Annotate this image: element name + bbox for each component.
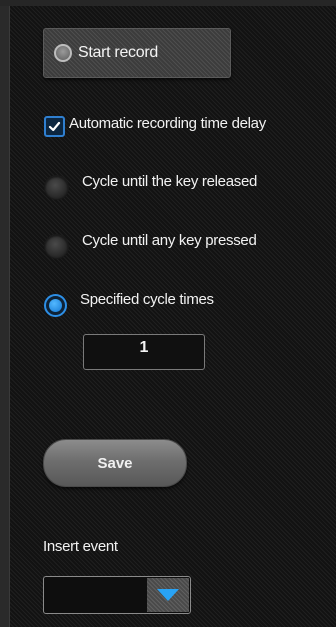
cycle-until-release-option[interactable]: Cycle until the key released: [44, 163, 257, 200]
insert-event-dropdown[interactable]: [43, 576, 191, 614]
cycle-until-release-label: Cycle until the key released: [82, 173, 258, 190]
auto-delay-checkbox[interactable]: [44, 116, 65, 137]
specified-cycles-option[interactable]: Specified cycle times: [44, 282, 214, 317]
start-record-button[interactable]: Start record: [43, 28, 231, 78]
auto-delay-label: Automatic recording time delay: [69, 115, 266, 132]
dropdown-toggle[interactable]: [147, 578, 189, 612]
triangle-down-icon: [157, 589, 179, 601]
start-record-label: Start record: [78, 44, 158, 61]
radio-selected-dot: [49, 299, 62, 312]
checkmark-icon: [48, 121, 61, 132]
save-button[interactable]: Save: [43, 439, 187, 487]
insert-event-label: Insert event: [43, 538, 118, 555]
specified-cycles-radio[interactable]: [44, 294, 67, 317]
cycle-until-any-key-option[interactable]: Cycle until any key pressed: [44, 222, 257, 259]
cycle-until-release-radio[interactable]: [44, 175, 69, 200]
specified-cycles-label: Specified cycle times: [80, 291, 214, 308]
cycle-until-any-key-label: Cycle until any key pressed: [82, 232, 257, 249]
record-circle-icon: [54, 44, 72, 62]
auto-delay-option[interactable]: Automatic recording time delay: [44, 110, 266, 137]
panel-left-edge: [0, 0, 10, 627]
cycle-until-any-key-radio[interactable]: [44, 234, 69, 259]
panel-top-edge: [0, 0, 336, 6]
cycle-times-input[interactable]: [83, 334, 205, 370]
